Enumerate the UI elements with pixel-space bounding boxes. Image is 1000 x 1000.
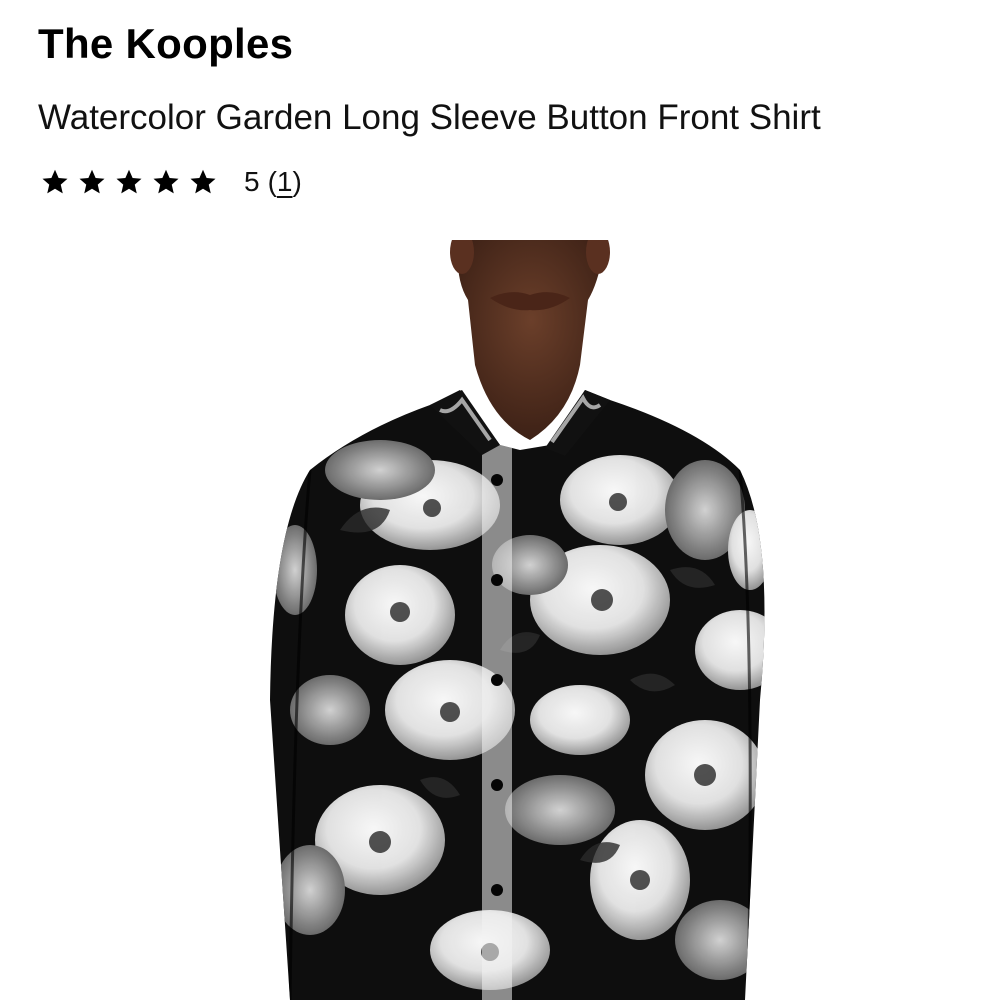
review-count-number[interactable]: 1 xyxy=(277,166,293,197)
product-title: Watercolor Garden Long Sleeve Button Fro… xyxy=(38,98,821,137)
star-icon xyxy=(151,167,181,197)
star-icon xyxy=(188,167,218,197)
rating-value: 5 xyxy=(244,166,260,197)
star-icon xyxy=(77,167,107,197)
brand-name[interactable]: The Kooples xyxy=(38,20,293,68)
product-image[interactable] xyxy=(200,240,960,1000)
review-count-close-paren: ) xyxy=(292,166,302,197)
review-count-link[interactable]: (1) xyxy=(268,166,302,198)
product-page: The Kooples Watercolor Garden Long Sleev… xyxy=(0,0,1000,1000)
star-icon xyxy=(114,167,144,197)
product-photo xyxy=(270,240,765,1000)
product-rating[interactable]: 5 (1) xyxy=(40,164,302,200)
star-icon xyxy=(40,167,70,197)
review-count-open-paren: ( xyxy=(267,166,277,197)
rating-stars xyxy=(40,167,218,197)
